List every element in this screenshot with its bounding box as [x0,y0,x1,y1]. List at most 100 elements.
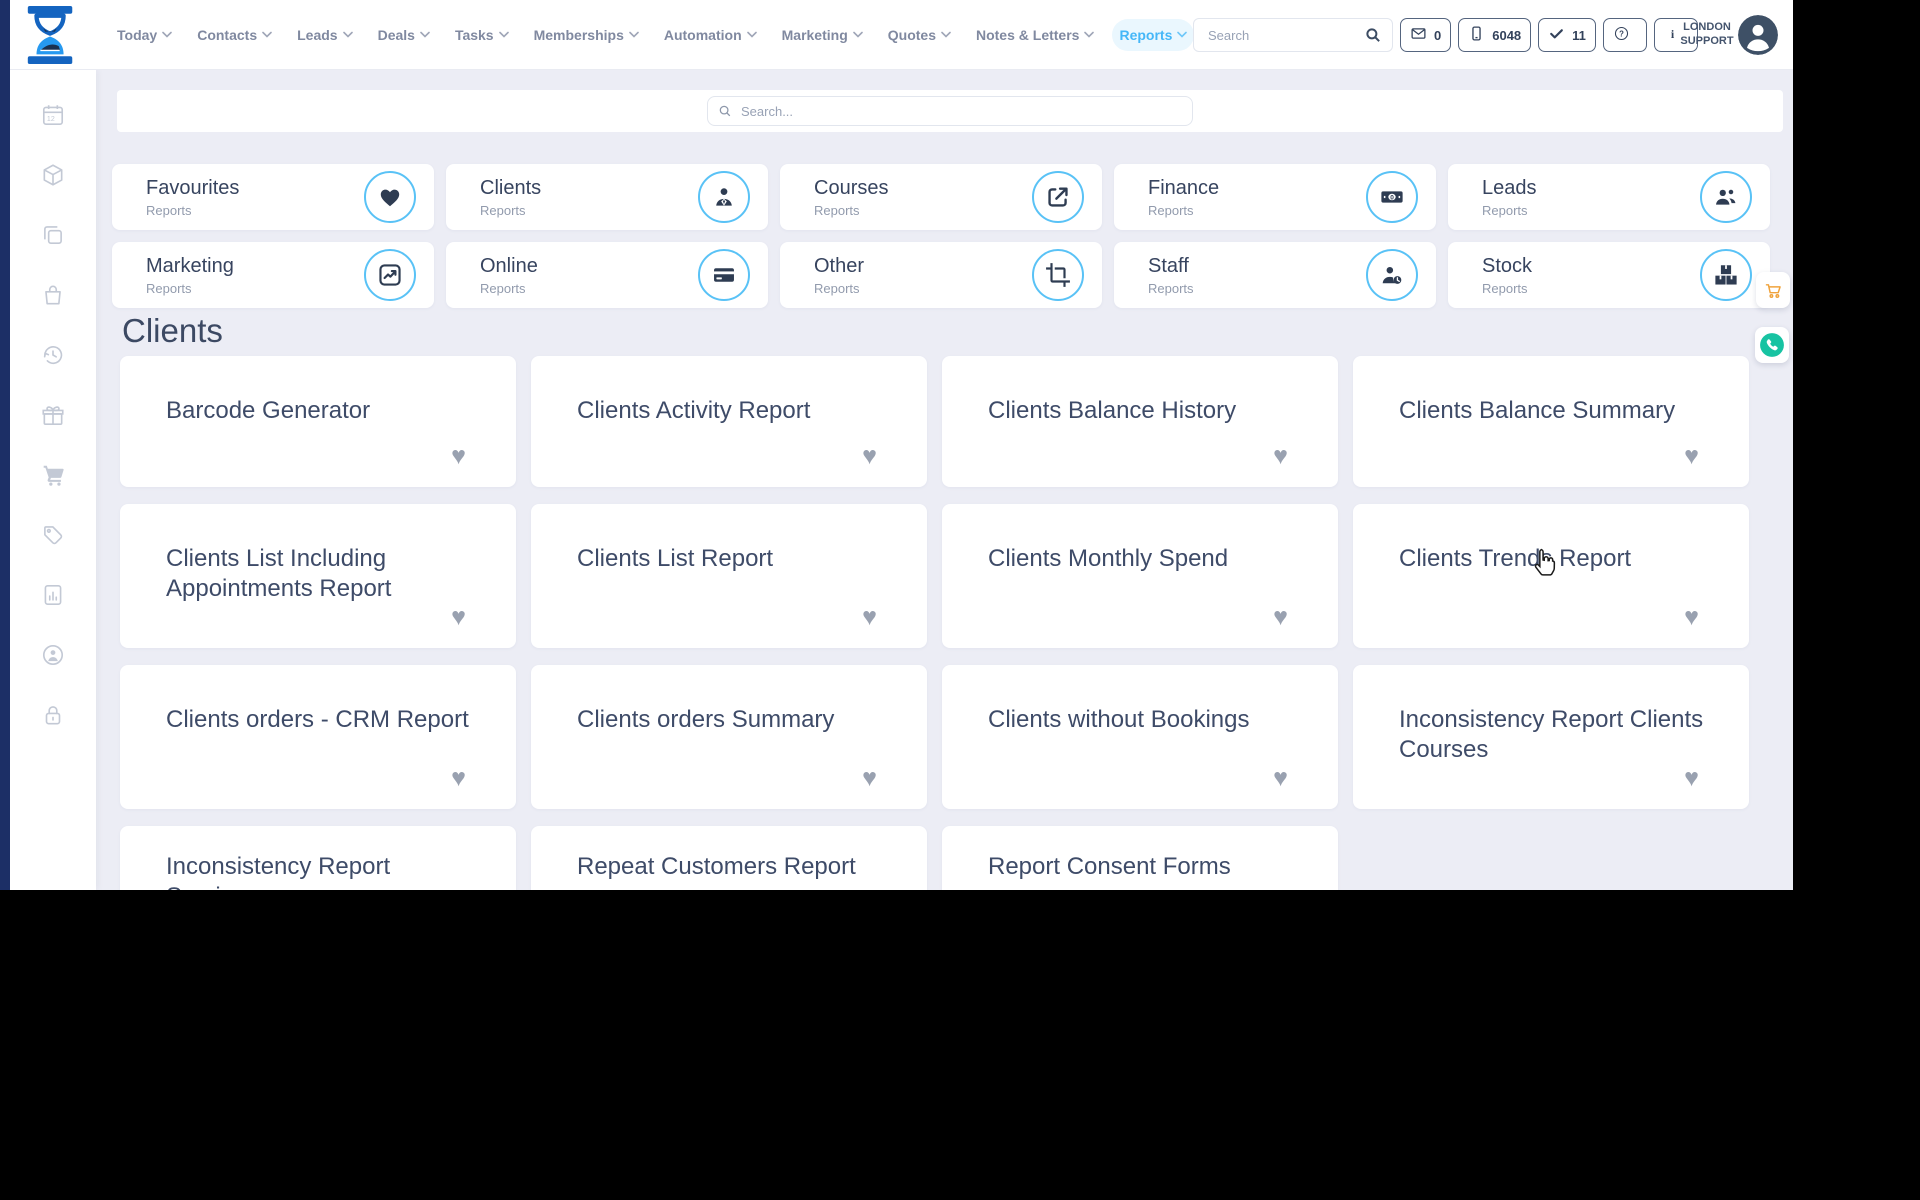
report-card[interactable]: Clients List Including Appointments Repo… [120,504,516,648]
report-title: Clients without Bookings [988,706,1250,733]
credit-card-icon [698,249,750,301]
screen: Today Contacts Leads Deals Tasks Members… [0,0,1920,1200]
basket-button[interactable] [1756,272,1790,308]
report-title: Clients Balance Summary [1399,397,1676,424]
calendar-icon[interactable]: 12 [40,102,66,128]
svg-text:?: ? [1619,29,1624,38]
package-icon[interactable] [40,162,66,188]
app-logo-hourglass-icon [27,5,73,64]
nav-item[interactable]: Quotes [881,19,958,51]
report-doc-icon[interactable] [40,582,66,608]
nav-item-label: Leads [297,26,338,43]
launch-icon [1032,171,1084,223]
reports-search-input[interactable] [739,102,1192,120]
report-card[interactable]: Report Consent Forms ♥ [942,826,1338,890]
account-sync-icon[interactable] [40,642,66,668]
report-card[interactable]: Clients List Report ♥ [531,504,927,648]
bag-icon[interactable] [40,282,66,308]
category-card[interactable]: Online Reports [446,242,768,308]
report-card[interactable]: Barcode Generator ♥ [120,356,516,487]
favourite-heart-icon[interactable]: ♥ [862,765,877,791]
topbar-badge-button[interactable]: 11 [1538,18,1596,52]
favourite-heart-icon[interactable]: ♥ [1684,604,1699,630]
nav-item[interactable]: Contacts [190,19,279,51]
report-card[interactable]: Clients Balance Summary ♥ [1353,356,1749,487]
nav-item[interactable]: Memberships [527,19,646,51]
report-card[interactable]: Repeat Customers Report ♥ [531,826,927,890]
report-title: Barcode Generator [166,397,371,424]
avatar[interactable] [1738,15,1778,55]
report-title: Clients List Report [577,545,774,572]
favourite-heart-icon[interactable]: ♥ [1273,443,1288,469]
category-card[interactable]: Leads Reports [1448,164,1770,230]
nav-item[interactable]: Leads [290,19,359,51]
favourite-heart-icon[interactable]: ♥ [1684,765,1699,791]
favourite-heart-icon[interactable]: ♥ [451,604,466,630]
category-card[interactable]: Stock Reports [1448,242,1770,308]
nav-item[interactable]: Automation [657,19,764,51]
phone-circle-icon [1760,333,1784,357]
svg-text:12: 12 [47,116,55,123]
nav-item[interactable]: Reports [1112,18,1195,51]
category-card[interactable]: Courses Reports [780,164,1102,230]
favourite-heart-icon[interactable]: ♥ [1273,765,1288,791]
report-title: Clients Balance History [988,397,1237,424]
history-icon[interactable] [40,342,66,368]
topbar-search-input[interactable] [1206,26,1364,44]
favourite-heart-icon[interactable]: ♥ [862,443,877,469]
nav-item[interactable]: Today [110,19,179,51]
category-card[interactable]: Staff Reports [1114,242,1436,308]
call-button[interactable] [1755,327,1789,363]
category-card[interactable]: Finance Reports 0 [1114,164,1436,230]
cart-icon[interactable] [40,462,66,488]
chevron-down-icon [941,31,951,38]
category-card[interactable]: Marketing Reports [112,242,434,308]
report-card[interactable]: Clients Trends Report ♥ [1353,504,1749,648]
report-title: Clients Trends Report [1399,545,1632,572]
report-card[interactable]: Clients orders Summary ♥ [531,665,927,809]
category-card[interactable]: Other Reports [780,242,1102,308]
cart-icon [1765,283,1781,298]
heart-icon [364,171,416,223]
nav-item-label: Notes & Letters [975,26,1080,43]
stock-boxes-icon [1700,249,1752,301]
search-icon[interactable] [1364,26,1382,44]
report-card[interactable]: Clients Activity Report ♥ [531,356,927,487]
category-grid: Favourites Reports Clients Reports Cours… [112,164,1793,308]
report-grid: Barcode Generator ♥ Clients Activity Rep… [120,356,1793,890]
lock-icon[interactable] [40,702,66,728]
report-card[interactable]: Clients orders - CRM Report ♥ [120,665,516,809]
copy-icon[interactable] [40,222,66,248]
badge-count: 11 [1572,27,1586,43]
topbar-badge-button[interactable]: ? [1602,18,1647,52]
nav-item-label: Tasks [454,26,494,43]
tags-icon[interactable] [40,522,66,548]
favourite-heart-icon[interactable]: ♥ [1273,604,1288,630]
category-card[interactable]: Clients Reports [446,164,768,230]
reports-search [707,96,1193,126]
main-content: Favourites Reports Clients Reports Cours… [96,70,1793,890]
category-card[interactable]: Favourites Reports [112,164,434,230]
crop-icon [1032,249,1084,301]
report-card[interactable]: Inconsistency Report Clients Courses ♥ [1353,665,1749,809]
app-window: Today Contacts Leads Deals Tasks Members… [0,0,1793,890]
nav-item[interactable]: Marketing [775,19,870,51]
topbar-badge-button[interactable]: 6048 [1458,18,1532,52]
favourite-heart-icon[interactable]: ♥ [1684,443,1699,469]
nav-item[interactable]: Tasks [448,19,516,51]
nav-item-label: Memberships [533,26,624,43]
nav-item[interactable]: Deals [371,19,437,51]
nav-item[interactable]: Notes & Letters [969,19,1101,51]
favourite-heart-icon[interactable]: ♥ [451,443,466,469]
gift-icon[interactable] [40,402,66,428]
report-card[interactable]: Clients Balance History ♥ [942,356,1338,487]
report-card[interactable]: Clients Monthly Spend ♥ [942,504,1338,648]
report-card[interactable]: Clients without Bookings ♥ [942,665,1338,809]
topbar-badge-button[interactable]: 0 [1400,18,1452,52]
favourite-heart-icon[interactable]: ♥ [451,765,466,791]
favourite-heart-icon[interactable]: ♥ [862,604,877,630]
report-title: Inconsistency Report Clients Courses [1399,706,1704,763]
report-card[interactable]: Inconsistency Report Services ♥ [120,826,516,890]
svg-text:i: i [1671,27,1675,41]
mobile-icon [1468,25,1485,45]
